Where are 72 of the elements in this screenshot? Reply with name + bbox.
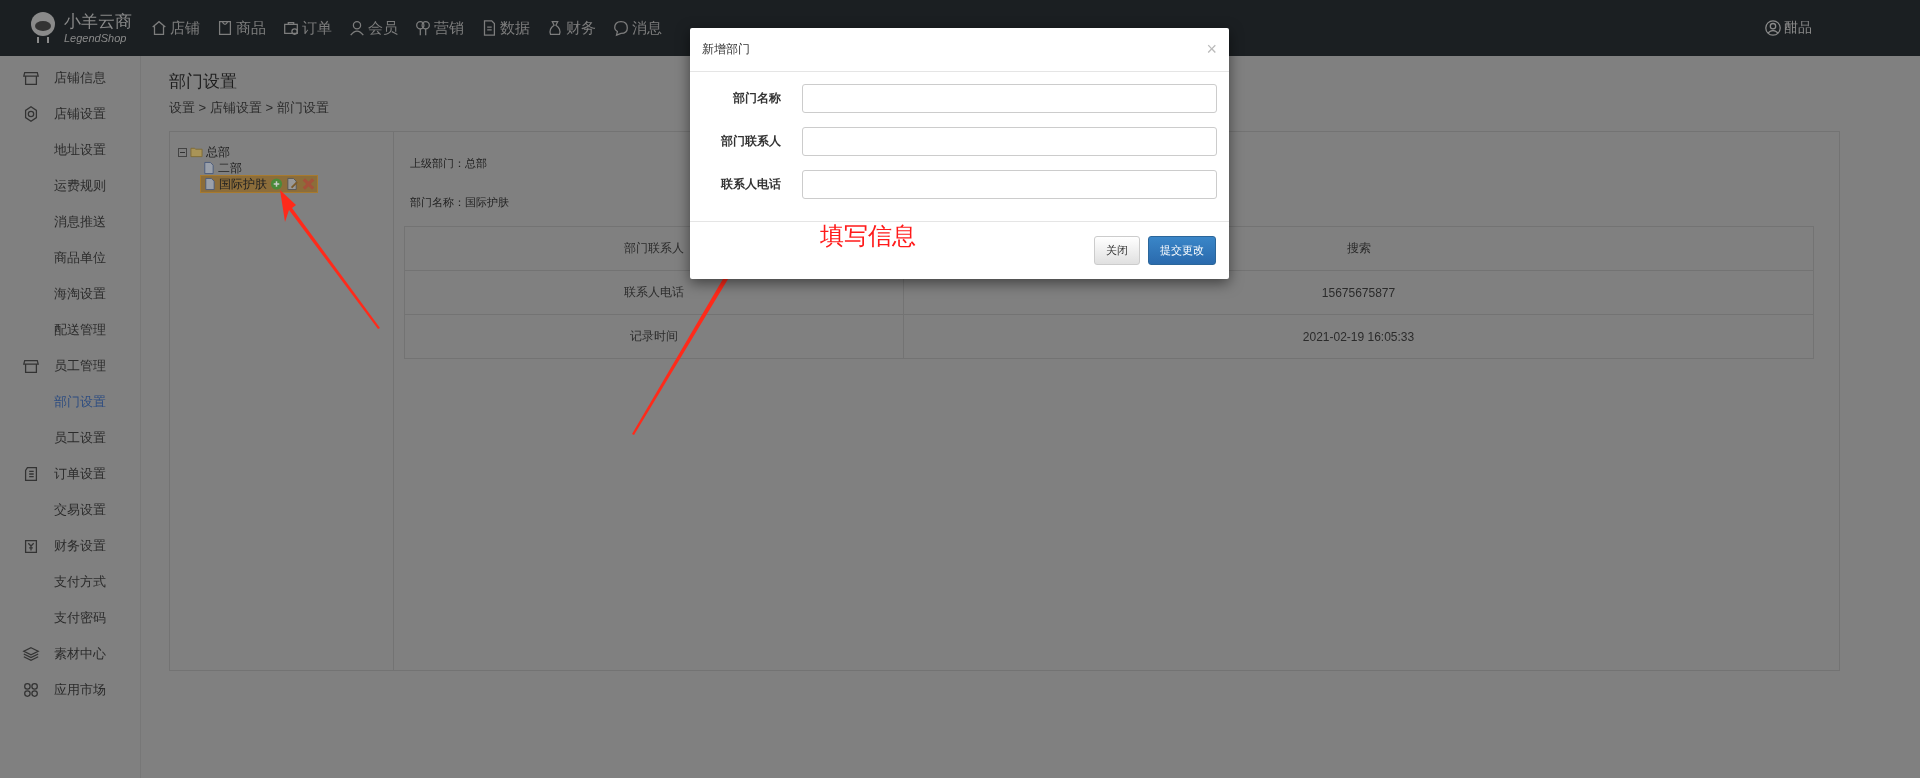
sidebar-subitem[interactable]: 部门设置	[0, 384, 140, 420]
edit-icon[interactable]	[286, 177, 299, 191]
nav-item[interactable]: 订单	[280, 14, 334, 42]
sidebar-subitem[interactable]: 支付密码	[0, 600, 140, 636]
document-icon	[22, 465, 40, 483]
field-label: 部门联系人	[719, 133, 781, 150]
detail-text: 上级部门：总部	[410, 156, 488, 171]
sidebar-item[interactable]: 店铺信息	[0, 60, 140, 96]
balloons-icon	[414, 19, 432, 37]
sidebar-subitem[interactable]: 交易设置	[0, 492, 140, 528]
nav-item[interactable]: 数据	[478, 14, 532, 42]
sidebar-item[interactable]: 财务设置	[0, 528, 140, 564]
logo-subtitle: LegendShop	[64, 32, 128, 44]
shop-icon	[22, 69, 40, 87]
page-title: 部门设置	[169, 71, 238, 93]
close-button[interactable]: ×	[1206, 39, 1217, 60]
user-icon	[1764, 19, 1782, 37]
dialog-title: 新增部门	[702, 41, 750, 58]
logo-title: 小羊云商	[64, 12, 132, 32]
briefcase-icon	[282, 19, 300, 37]
sidebar-subitem[interactable]: 运费规则	[0, 168, 140, 204]
field-label: 联系人电话	[719, 176, 781, 193]
user-name[interactable]: 酣品	[1784, 19, 1812, 37]
nav-item[interactable]: 店铺	[148, 14, 202, 42]
sidebar-subitem[interactable]: 消息推送	[0, 204, 140, 240]
nav-item[interactable]: 财务	[544, 14, 598, 42]
sidebar-subitem[interactable]: 商品单位	[0, 240, 140, 276]
shop-icon	[22, 357, 40, 375]
sidebar-subitem[interactable]: 员工设置	[0, 420, 140, 456]
tree-node[interactable]: 二部	[200, 160, 244, 176]
tree-node-label[interactable]: 二部	[218, 159, 242, 177]
person-icon	[348, 19, 366, 37]
folder-icon	[190, 145, 203, 159]
input-field[interactable]	[801, 127, 1217, 156]
nav-item[interactable]: 消息	[610, 14, 664, 42]
sidebar-item[interactable]: 员工管理	[0, 348, 140, 384]
house-icon	[150, 19, 168, 37]
sidebar-item[interactable]: 素材中心	[0, 636, 140, 672]
input-field[interactable]	[801, 170, 1217, 199]
input-field[interactable]	[801, 84, 1217, 113]
tree-node[interactable]: 总部	[206, 143, 230, 161]
nav-item[interactable]: 商品	[214, 14, 268, 42]
sidebar-item[interactable]: 订单设置	[0, 456, 140, 492]
sidebar-item[interactable]: 应用市场	[0, 672, 140, 708]
yen-icon	[22, 537, 40, 555]
tree-node-label[interactable]: 国际护肤	[219, 175, 267, 193]
page-icon	[202, 161, 215, 175]
tree-node[interactable]: 国际护肤	[200, 175, 318, 193]
sidebar-subitem[interactable]: 配送管理	[0, 312, 140, 348]
collapse-toggle-icon[interactable]	[178, 147, 187, 157]
sidebar-subitem[interactable]: 地址设置	[0, 132, 140, 168]
field-label: 部门名称	[731, 90, 781, 107]
money-bag-icon	[546, 19, 564, 37]
sidebar-subitem[interactable]: 支付方式	[0, 564, 140, 600]
nav-item[interactable]: 会员	[346, 14, 400, 42]
sheep-logo-icon	[28, 11, 58, 45]
sidebar-subitem[interactable]: 海淘设置	[0, 276, 140, 312]
breadcrumb: 设置 > 店铺设置 > 部门设置	[169, 99, 330, 117]
delete-icon[interactable]	[302, 177, 315, 191]
add-icon[interactable]	[270, 177, 283, 191]
nav-item[interactable]: 营销	[412, 14, 466, 42]
detail-text: 部门名称：国际护肤	[410, 195, 510, 210]
chat-icon	[612, 19, 630, 37]
submit-button[interactable]: 提交更改	[1148, 236, 1216, 265]
layers-icon	[22, 645, 40, 663]
grid-icon	[22, 681, 40, 699]
bag-icon	[216, 19, 234, 37]
sidebar-item[interactable]: 店铺设置	[0, 96, 140, 132]
settings-icon	[22, 105, 40, 123]
close-button[interactable]: 关闭	[1094, 236, 1140, 265]
table-cell: 2021-02-19 16:05:33	[903, 314, 1814, 359]
page-icon	[203, 177, 216, 191]
